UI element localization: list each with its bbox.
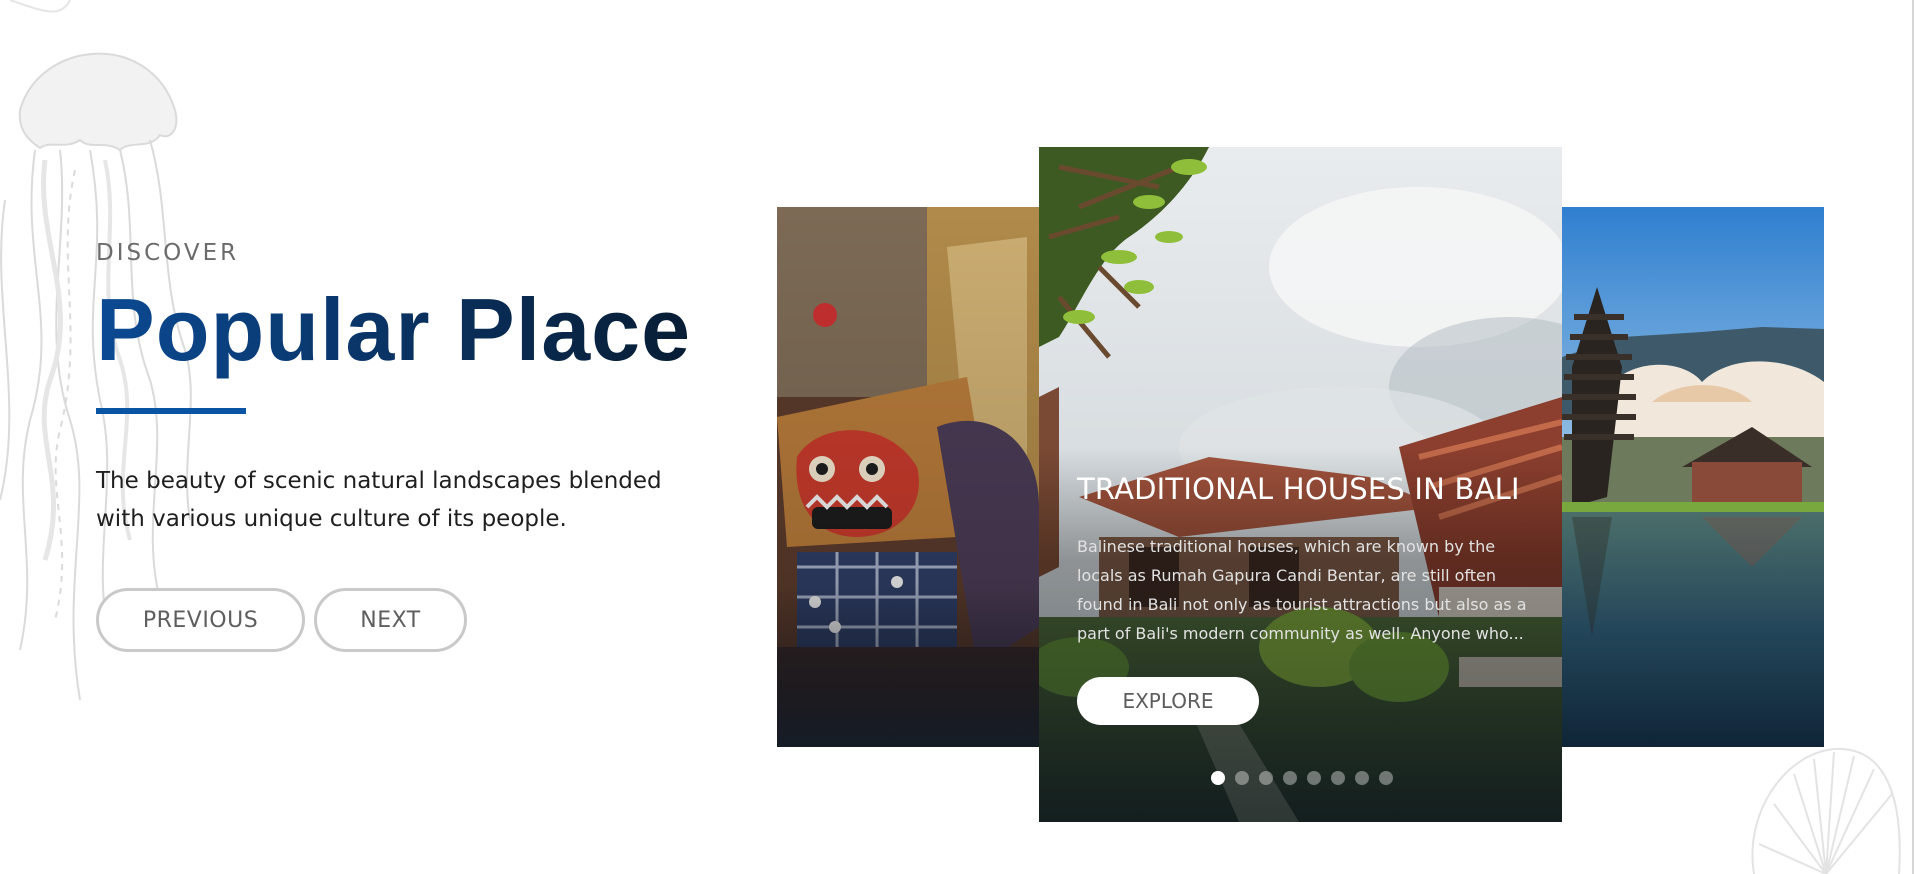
next-button[interactable]: NEXT	[314, 588, 467, 652]
pagination-dot[interactable]	[1283, 771, 1297, 785]
pagination-dot[interactable]	[1331, 771, 1345, 785]
pagination-dot[interactable]	[1307, 771, 1321, 785]
page: DISCOVER Popular Place The beauty of sce…	[0, 0, 1914, 874]
pagination-dot[interactable]	[1211, 771, 1225, 785]
title-underline	[96, 408, 246, 414]
page-title: Popular Place	[96, 280, 716, 380]
intro-description: The beauty of scenic natural landscapes …	[96, 468, 662, 532]
intro-section: DISCOVER Popular Place The beauty of sce…	[96, 238, 716, 538]
carousel-slide-next[interactable]	[1562, 207, 1824, 747]
pagination-dot[interactable]	[1355, 771, 1369, 785]
explore-button[interactable]: EXPLORE	[1077, 677, 1259, 725]
previous-button[interactable]: PREVIOUS	[96, 588, 305, 652]
pagination-dot[interactable]	[1259, 771, 1273, 785]
slide-description: Balinese traditional houses, which are k…	[1077, 537, 1527, 643]
barong-mask-image	[777, 207, 1039, 747]
carousel-pagination	[1211, 771, 1393, 785]
eyebrow-label: DISCOVER	[96, 240, 240, 266]
pagination-dot[interactable]	[1235, 771, 1249, 785]
seashell-decoration-icon	[1751, 747, 1901, 874]
carousel-slide-previous[interactable]	[777, 207, 1039, 747]
carousel-navigation: PREVIOUS NEXT	[96, 588, 467, 652]
slide-title: TRADITIONAL HOUSES IN BALI	[1077, 472, 1520, 506]
carousel-slide-active: TRADITIONAL HOUSES IN BALI Balinese trad…	[1039, 147, 1562, 822]
pura-ulun-danu-temple-image	[1562, 207, 1824, 747]
pagination-dot[interactable]	[1379, 771, 1393, 785]
